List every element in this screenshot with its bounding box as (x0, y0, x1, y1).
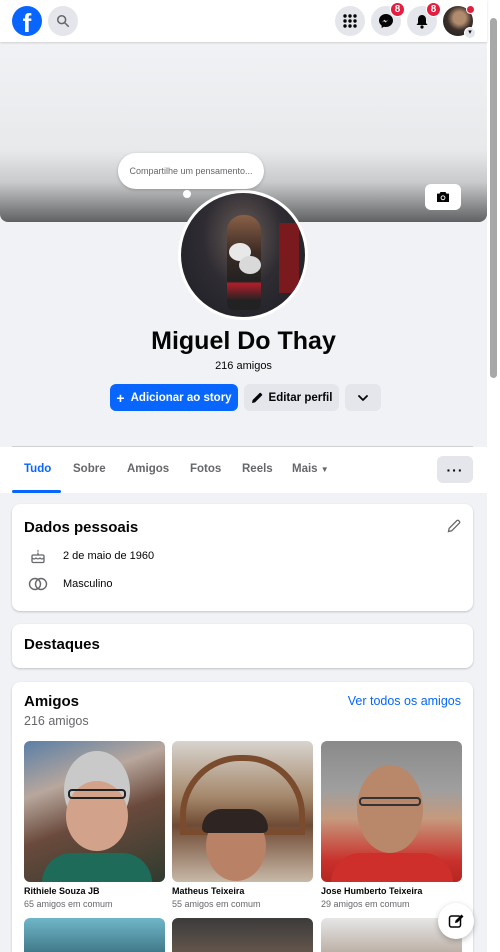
thought-bubble-tail (183, 190, 191, 198)
personal-info-card: Dados pessoais 2 de maio de 1960 Masculi… (12, 504, 473, 611)
messenger-icon (379, 14, 393, 28)
profile-picture[interactable] (178, 190, 308, 320)
tab-reels[interactable]: Reels (242, 463, 273, 475)
top-navigation-bar: f 8 8 ▾ (0, 0, 487, 42)
compose-icon (448, 914, 464, 928)
friend-photo[interactable] (321, 741, 462, 882)
plus-icon: + (116, 389, 125, 406)
page-scrollbar[interactable] (487, 0, 500, 952)
messenger-button[interactable]: 8 (371, 2, 405, 36)
profile-photo-image (181, 193, 305, 317)
friend-photo[interactable] (172, 741, 313, 882)
tab-about[interactable]: Sobre (73, 463, 106, 475)
birthday-row: 2 de maio de 1960 (28, 548, 154, 564)
tabs-more-menu-button[interactable]: ··· (437, 456, 473, 483)
gender-icon (28, 577, 48, 591)
friend-name[interactable]: Jose Humberto Teixeira (321, 886, 462, 896)
pencil-icon (447, 519, 461, 533)
search-icon (56, 14, 70, 28)
friend-card[interactable]: Matheus Teixeira 55 amigos em comum (172, 741, 313, 909)
friends-card-count: 216 amigos (24, 714, 89, 728)
friend-photo[interactable] (24, 918, 165, 952)
friend-name[interactable]: Rithiele Souza JB (24, 886, 165, 896)
profile-friends-count[interactable]: 216 amigos (0, 360, 487, 372)
birthday-value: 2 de maio de 1960 (63, 550, 155, 562)
notifications-button[interactable]: 8 (407, 2, 441, 36)
share-thought-bubble[interactable]: Compartilhe um pensamento... (118, 153, 264, 189)
tab-photos[interactable]: Fotos (190, 463, 221, 475)
menu-grid-button[interactable] (335, 6, 365, 36)
pencil-icon (251, 392, 262, 403)
friend-name[interactable]: Matheus Teixeira (172, 886, 313, 896)
notifications-badge: 8 (426, 2, 441, 17)
edit-personal-info-button[interactable] (447, 519, 461, 538)
new-message-button[interactable] (438, 903, 474, 939)
account-alert-dot (466, 5, 475, 14)
add-to-story-label: Adicionar ao story (130, 391, 232, 404)
personal-info-title: Dados pessoais (24, 519, 139, 536)
bell-icon (416, 14, 428, 29)
friend-mutual-count: 29 amigos em comum (321, 899, 410, 909)
profile-tabs: Tudo Sobre Amigos Fotos Reels Mais ▼ ··· (0, 447, 487, 493)
friend-mutual-count: 55 amigos em comum (172, 899, 261, 909)
gender-row: Masculino (28, 577, 113, 591)
chevron-down-icon: ▾ (464, 27, 476, 39)
gender-value: Masculino (63, 578, 113, 590)
friend-card[interactable]: Rithiele Souza JB 65 amigos em comum (24, 741, 165, 909)
search-button[interactable] (48, 6, 78, 36)
tab-friends[interactable]: Amigos (127, 463, 169, 475)
grid-menu-icon (343, 14, 357, 28)
friend-photo[interactable] (172, 918, 313, 952)
highlights-title: Destaques (24, 636, 100, 653)
more-options-dropdown-button[interactable] (345, 384, 381, 411)
account-avatar-button[interactable]: ▾ (443, 5, 476, 39)
profile-name: Miguel Do Thay (151, 327, 336, 355)
messenger-badge: 8 (390, 2, 405, 17)
friends-card: Amigos Ver todos os amigos 216 amigos Ri… (12, 682, 473, 952)
active-tab-indicator (12, 490, 61, 493)
edit-profile-label: Editar perfil (268, 391, 333, 404)
caret-down-icon: ▼ (320, 465, 329, 474)
edit-profile-button[interactable]: Editar perfil (244, 384, 339, 411)
see-all-friends-link[interactable]: Ver todos os amigos (348, 694, 461, 708)
friends-title: Amigos (24, 693, 80, 710)
scrollbar-thumb[interactable] (490, 18, 497, 378)
ellipsis-icon: ··· (446, 461, 464, 478)
camera-icon (437, 192, 449, 202)
add-to-story-button[interactable]: + Adicionar ao story (110, 384, 238, 411)
highlights-card: Destaques (12, 624, 473, 668)
friend-photo[interactable] (24, 741, 165, 882)
chevron-down-icon (358, 394, 368, 401)
edit-cover-button[interactable] (425, 184, 461, 210)
facebook-logo-icon[interactable]: f (12, 6, 42, 36)
friend-mutual-count: 65 amigos em comum (24, 899, 113, 909)
tab-all[interactable]: Tudo (24, 463, 51, 475)
tab-more-label: Mais (292, 463, 318, 475)
birthday-cake-icon (28, 548, 48, 564)
friend-card[interactable]: Jose Humberto Teixeira 29 amigos em comu… (321, 741, 462, 909)
tab-more[interactable]: Mais ▼ (292, 463, 329, 475)
